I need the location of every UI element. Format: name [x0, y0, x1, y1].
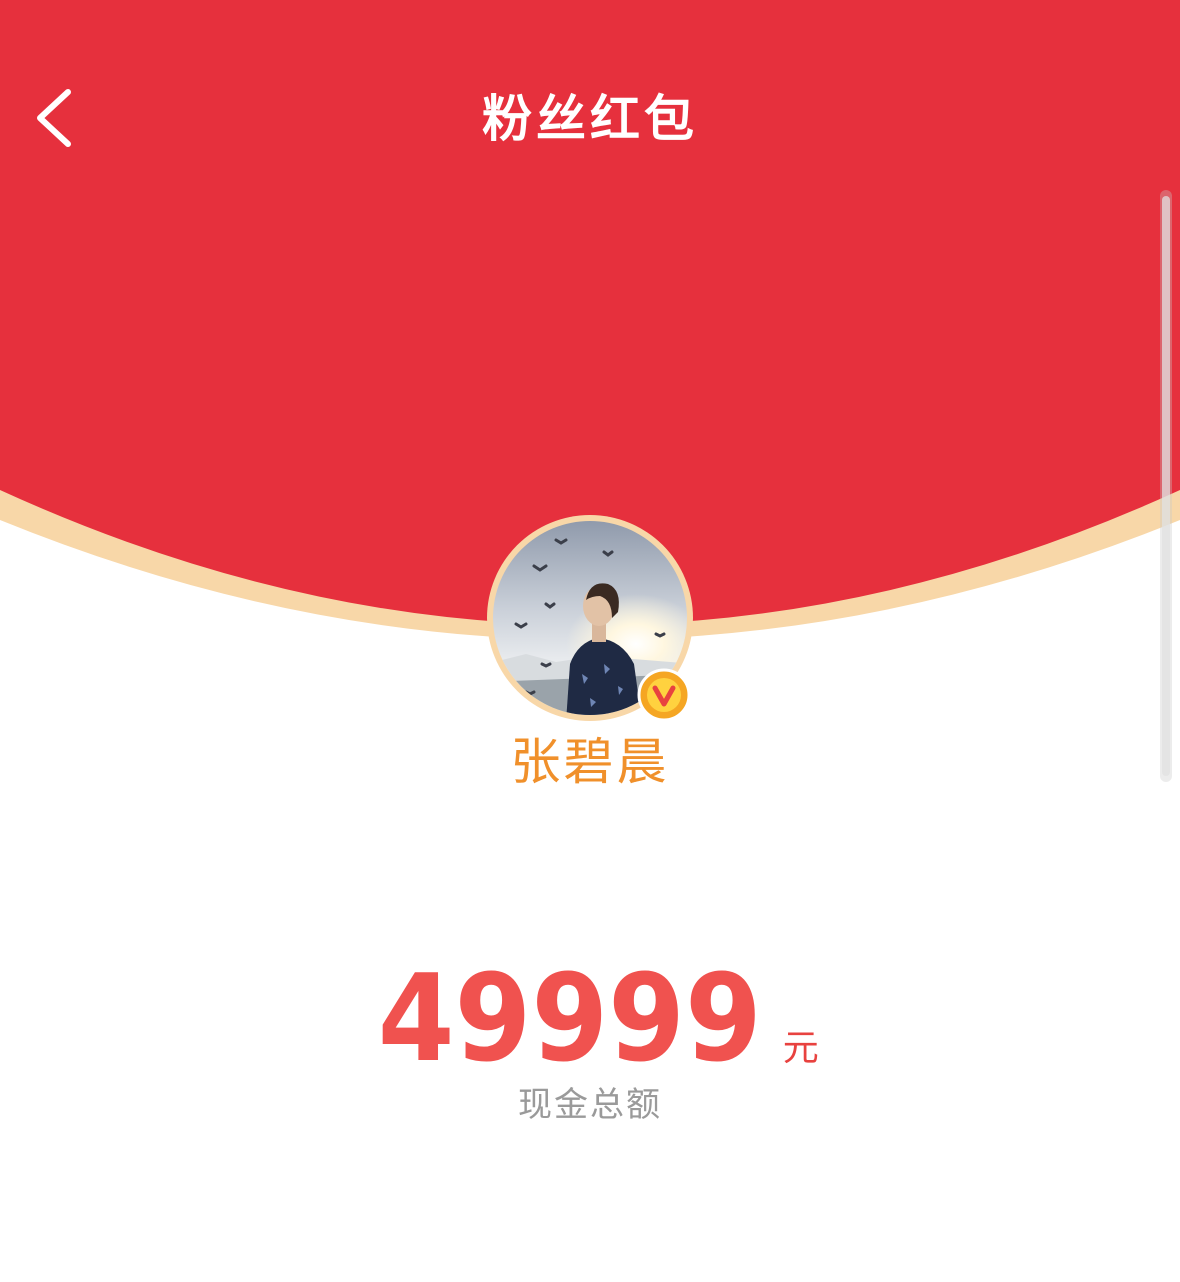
- amount-row: 49999 元: [0, 950, 1180, 1090]
- user-name[interactable]: 张碧晨: [0, 728, 1180, 796]
- verified-v-badge-icon: [637, 668, 691, 722]
- amount-value: 49999: [377, 950, 763, 1089]
- amount-unit: 元: [782, 1028, 819, 1069]
- page-title: 粉丝红包: [482, 90, 698, 148]
- scrollbar-thumb[interactable]: [1162, 196, 1170, 776]
- amount-label: 现金总额: [518, 1085, 662, 1125]
